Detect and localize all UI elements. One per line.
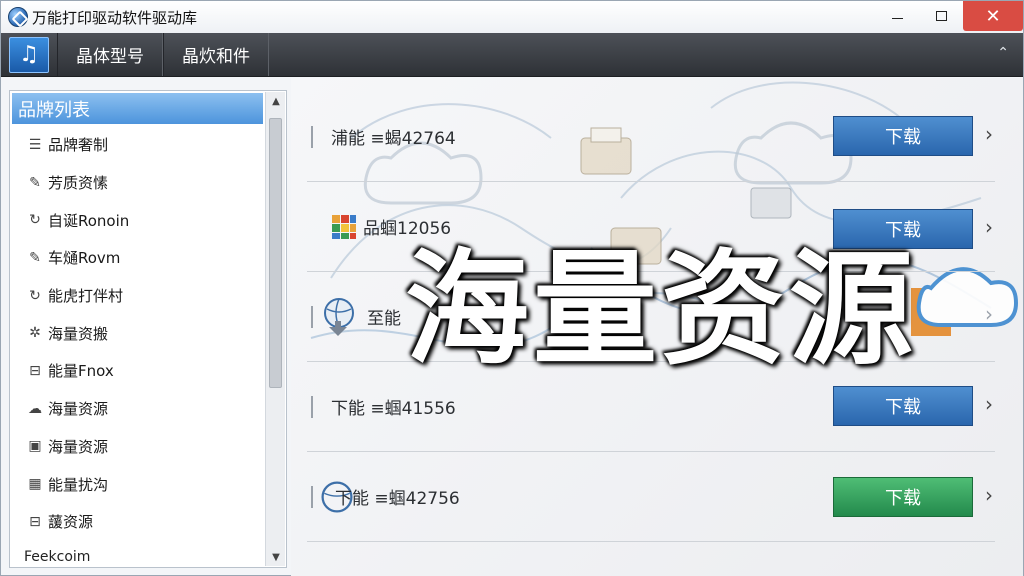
toolbar-logo[interactable]: ♫: [1, 33, 57, 76]
sidebar-item-label: 能虎打伴村: [48, 287, 124, 306]
sidebar-item[interactable]: ⊟ 蘐资源: [12, 503, 263, 541]
gear-icon: ✲: [29, 325, 41, 342]
collapse-icon[interactable]: ⌃: [997, 45, 1009, 61]
sidebar-item-label: 海量资搬: [48, 324, 109, 343]
row-divider: [311, 305, 313, 328]
tab-model[interactable]: 晶体型号: [57, 33, 163, 76]
sidebar-item[interactable]: ↻ 自诞Ronoin: [12, 201, 263, 239]
driver-row[interactable]: 浦能 ≡蝎42764 下载 ›: [307, 92, 995, 182]
sidebar-item-label: 海量资源: [48, 400, 109, 419]
sidebar-item[interactable]: ☰ 品牌奢制: [12, 126, 263, 164]
sidebar-item[interactable]: ☁ 海量资源: [12, 390, 263, 428]
chevron-right-icon[interactable]: ›: [985, 302, 993, 326]
colorful-grid-icon: [332, 214, 356, 239]
row-divider: [311, 485, 313, 508]
main-toolbar: ♫ 晶体型号 晶炊和件 ⌃: [1, 33, 1023, 77]
scroll-down-icon[interactable]: ▼: [266, 548, 286, 566]
sidebar-item-label: 品牌奢制: [48, 136, 109, 155]
grid-icon: ▦: [28, 476, 42, 493]
sidebar-item[interactable]: ✎ 芳质资愫: [12, 164, 263, 202]
list-icon: ☰: [28, 136, 42, 153]
window-icon: ▣: [28, 438, 42, 455]
close-icon: ✕: [985, 5, 1001, 27]
sidebar-item-label: 蘐资源: [48, 513, 94, 532]
sidebar-item[interactable]: ⊟ 能量Fnox: [12, 352, 263, 390]
minimize-button[interactable]: [875, 1, 919, 31]
sidebar-footer: Feekcoim: [24, 549, 91, 565]
row-divider: [311, 395, 313, 418]
sidebar-item-label: 能量Fnox: [48, 362, 114, 381]
sidebar-list: ☰ 品牌奢制 ✎ 芳质资愫 ↻ 自诞Ronoin ✎ 车熥Rovm ↻ 能虎打伴村 ✲ 海量资搬 ⊟ 能量…: [12, 126, 263, 541]
scroll-up-icon[interactable]: ▲: [266, 92, 286, 110]
refresh-icon: ↻: [29, 212, 41, 229]
sidebar-item[interactable]: ✲ 海量资搬: [12, 314, 263, 352]
sidebar-item[interactable]: ▦ 能量扰沟: [12, 465, 263, 503]
scroll-thumb[interactable]: [269, 118, 282, 388]
tab-parts[interactable]: 晶炊和件: [163, 33, 269, 76]
download-button[interactable]: 下载: [833, 116, 973, 156]
sidebar-item-label: 能量扰沟: [48, 475, 109, 494]
printer-icon: ⊟: [29, 362, 41, 379]
close-button[interactable]: ✕: [963, 1, 1023, 31]
sidebar-item-label: 海量资源: [48, 437, 109, 456]
app-window: 万能打印驱动软件驱动库 ✕ ♫ 晶体型号 晶炊和件 ⌃ 品牌列表 ☰ 品牌奢制 ✎ 芳…: [0, 0, 1024, 576]
chevron-right-icon[interactable]: ›: [985, 392, 993, 416]
brand-sidebar: 品牌列表 ☰ 品牌奢制 ✎ 芳质资愫 ↻ 自诞Ronoin ✎ 车熥Rovm ↻ 能虎打伴村 ✲ 海量…: [9, 90, 287, 568]
minimize-icon: [891, 17, 903, 19]
sidebar-scrollbar[interactable]: ▲ ▼: [265, 92, 285, 566]
printer-icon: ⊟: [29, 513, 41, 530]
sidebar-item[interactable]: ▣ 海量资源: [12, 428, 263, 466]
globe-download-icon: [324, 297, 354, 336]
chevron-right-icon[interactable]: ›: [985, 122, 993, 146]
cloud-icon: ☁: [28, 400, 42, 417]
sidebar-item-label: 车熥Rovm: [48, 249, 121, 268]
maximize-icon: [935, 11, 947, 21]
music-note-icon: ♫: [9, 36, 49, 73]
window-controls: ✕: [875, 1, 1023, 31]
sidebar-item-label: 自诞Ronoin: [48, 211, 130, 230]
app-logo-icon: [8, 7, 28, 27]
refresh-icon: ↻: [29, 287, 41, 304]
title-bar: 万能打印驱动软件驱动库 ✕: [1, 1, 1023, 33]
driver-row[interactable]: 下能 ≡蝈42756 下载 ›: [307, 452, 995, 542]
download-button[interactable]: 下载: [833, 477, 973, 517]
row-divider: [311, 125, 313, 148]
edit-icon: ✎: [29, 174, 41, 191]
maximize-button[interactable]: [919, 1, 963, 31]
sidebar-item[interactable]: ✎ 车熥Rovm: [12, 239, 263, 277]
sidebar-item-label: 芳质资愫: [48, 174, 109, 193]
download-button[interactable]: 下载: [833, 386, 973, 426]
sidebar-header[interactable]: 品牌列表: [12, 93, 263, 124]
chevron-right-icon[interactable]: ›: [985, 215, 993, 239]
sidebar-item[interactable]: ↻ 能虎打伴村: [12, 277, 263, 315]
promo-overlay-text: 海量资源: [404, 238, 917, 382]
window-title: 万能打印驱动软件驱动库: [32, 8, 198, 27]
chevron-right-icon[interactable]: ›: [985, 483, 993, 507]
edit-icon: ✎: [29, 249, 41, 266]
